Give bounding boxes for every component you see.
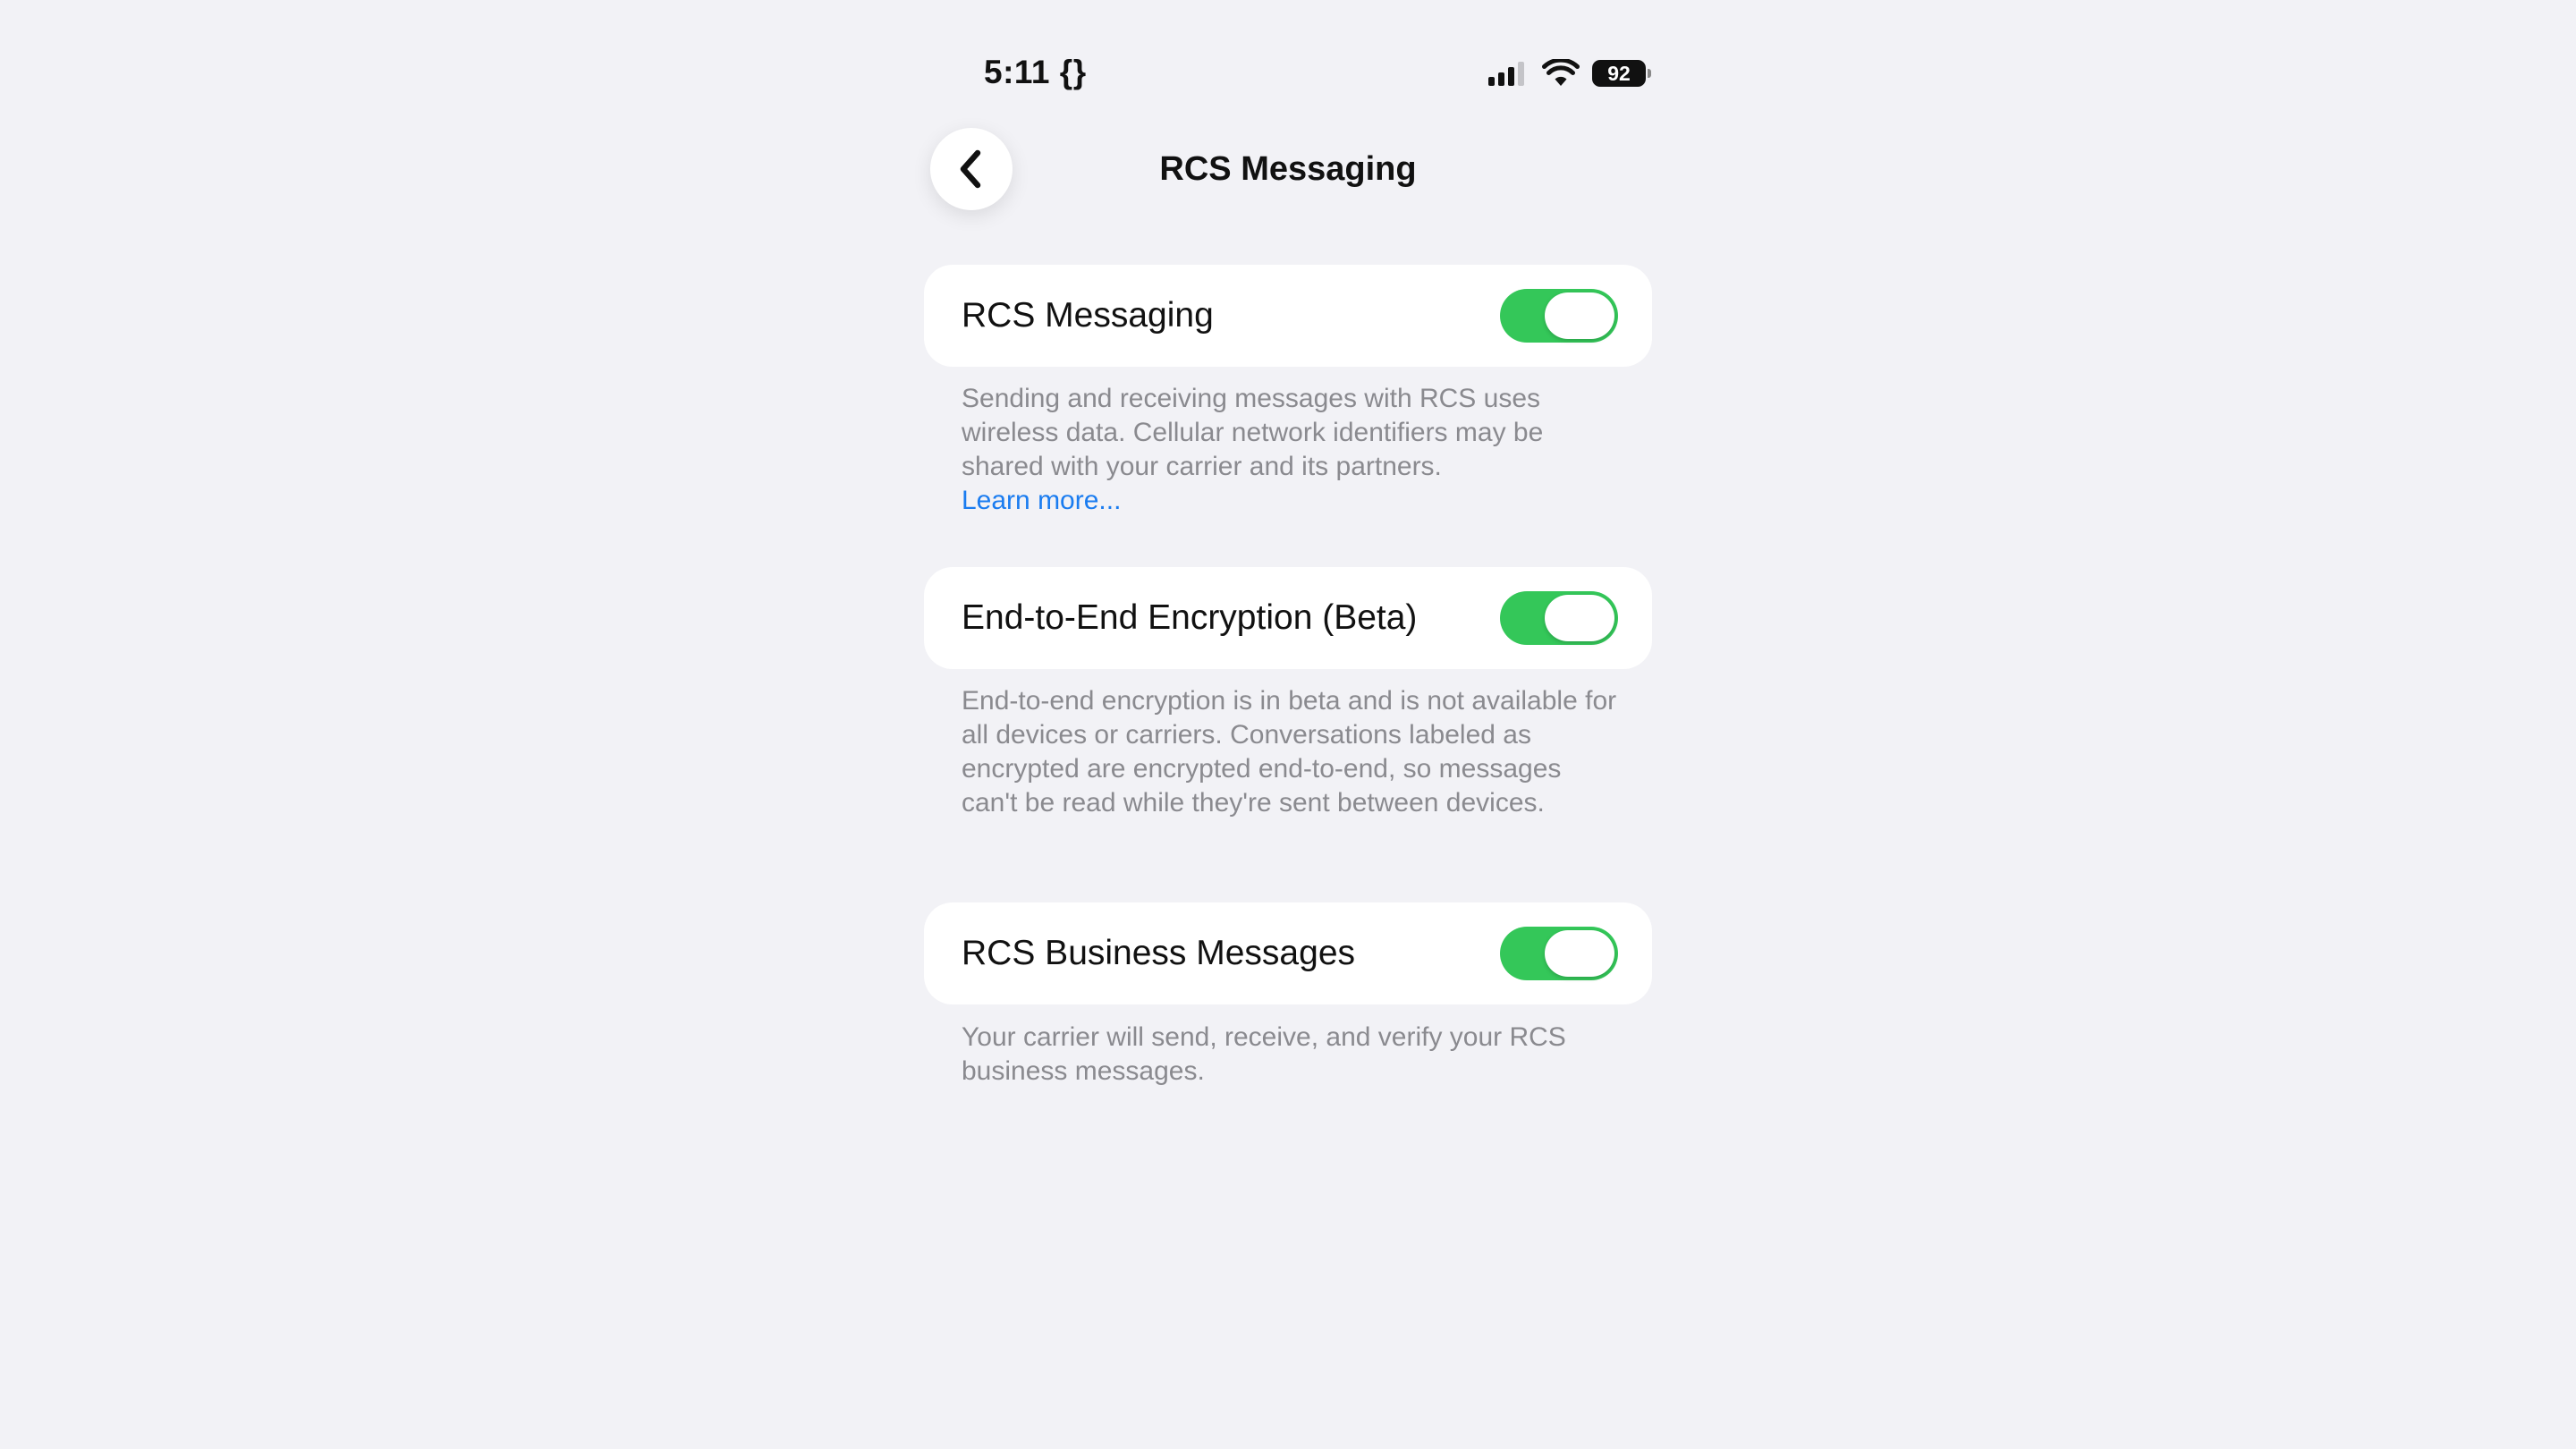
e2e-encryption-footer: End-to-end encryption is in beta and is … <box>962 684 1623 820</box>
rcs-messaging-toggle[interactable] <box>1500 289 1618 343</box>
toggle-knob <box>1545 292 1614 339</box>
business-messages-row: RCS Business Messages <box>924 902 1652 1004</box>
cellular-signal-icon <box>1488 62 1524 86</box>
learn-more-link[interactable]: Learn more... <box>962 484 1623 518</box>
rcs-messaging-row: RCS Messaging <box>924 265 1652 367</box>
rcs-messaging-description: Sending and receiving messages with RCS … <box>962 384 1544 481</box>
toggle-knob <box>1545 930 1614 977</box>
battery-icon: 92 <box>1592 60 1651 87</box>
e2e-encryption-description: End-to-end encryption is in beta and is … <box>962 686 1617 818</box>
business-messages-label: RCS Business Messages <box>962 934 1356 972</box>
status-time: 5:11 {} <box>984 54 1087 91</box>
curly-braces-icon: {} <box>1059 54 1087 90</box>
wifi-icon <box>1542 59 1580 86</box>
status-bar: 5:11 {} 92 <box>921 52 1655 97</box>
battery-level: 92 <box>1607 61 1631 85</box>
status-time-text: 5:11 <box>984 54 1051 90</box>
business-messages-toggle[interactable] <box>1500 927 1618 980</box>
business-messages-footer: Your carrier will send, receive, and ver… <box>962 1021 1623 1089</box>
e2e-encryption-toggle[interactable] <box>1500 591 1618 645</box>
e2e-encryption-row: End-to-End Encryption (Beta) <box>924 567 1652 669</box>
page-title: RCS Messaging <box>1159 150 1417 188</box>
rcs-messaging-label: RCS Messaging <box>962 296 1214 335</box>
settings-screen: 5:11 {} 92 RCS Messaging RCS Messaging S… <box>921 0 1655 1449</box>
business-messages-description: Your carrier will send, receive, and ver… <box>962 1022 1566 1086</box>
toggle-knob <box>1545 595 1614 641</box>
status-icons: 92 <box>1488 55 1651 91</box>
rcs-messaging-footer: Sending and receiving messages with RCS … <box>962 382 1623 518</box>
e2e-encryption-label: End-to-End Encryption (Beta) <box>962 598 1418 637</box>
